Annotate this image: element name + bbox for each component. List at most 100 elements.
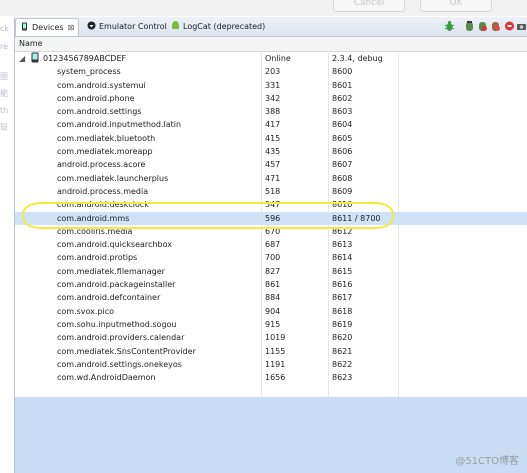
- process-row[interactable]: com.android.systemui 331 8601: [15, 79, 527, 92]
- device-version: 2.3.4, debug: [332, 54, 383, 63]
- process-name: com.sohu.inputmethod.sogou: [57, 319, 177, 329]
- view-toolbar: [444, 20, 527, 33]
- process-pid: 1155: [265, 346, 286, 356]
- process-pid: 203: [265, 67, 281, 77]
- process-name: com.android.protips: [57, 253, 138, 263]
- process-name: android.process.acore: [57, 160, 146, 170]
- tab-logcat[interactable]: LogCat (deprecated): [167, 18, 269, 35]
- column-name-header[interactable]: Name: [19, 37, 43, 51]
- camera-icon[interactable]: [516, 20, 527, 32]
- process-row[interactable]: com.android.packageinstaller 861 8616: [15, 278, 527, 291]
- process-pid: 1656: [265, 373, 286, 383]
- process-name: com.mediatek.moreapp: [57, 147, 153, 157]
- ghost-text: th: [0, 106, 9, 115]
- tab-devices[interactable]: Devices ⊠: [15, 18, 80, 36]
- process-row[interactable]: com.mediatek.bluetooth 415 8605: [15, 132, 527, 145]
- process-name: android.process.media: [57, 186, 149, 196]
- ghost-text: 图: [0, 72, 8, 81]
- process-port: 8615: [332, 266, 353, 276]
- phone-icon: [87, 19, 96, 30]
- process-name: com.wd.AndroidDaemon: [57, 373, 156, 383]
- tab-emulator-control[interactable]: Emulator Control: [83, 18, 171, 35]
- process-name: com.android.inputmethod.latin: [57, 120, 182, 130]
- process-name: com.mediatek.filemanager: [57, 266, 165, 276]
- process-name: com.android.settings: [57, 107, 142, 117]
- process-name: com.android.defcontainer: [57, 293, 161, 303]
- device-icon: [31, 52, 39, 65]
- process-row[interactable]: com.wd.AndroidDaemon 1656 8623: [15, 371, 527, 384]
- process-name: com.android.quicksearchbox: [57, 240, 172, 250]
- process-row[interactable]: com.android.phone 342 8602: [15, 92, 527, 105]
- device-icon: [20, 20, 29, 31]
- stop-process-icon[interactable]: [490, 20, 501, 32]
- process-row[interactable]: com.android.inputmethod.latin 417 8604: [15, 118, 527, 131]
- process-row[interactable]: android.process.media 518 8609: [15, 185, 527, 198]
- process-name: com.android.providers.calendar: [57, 333, 185, 343]
- process-pid: 471: [265, 173, 281, 183]
- process-port: 8619: [332, 319, 353, 329]
- process-row[interactable]: com.android.defcontainer 884 8617: [15, 291, 527, 304]
- close-icon[interactable]: ⊠: [68, 23, 75, 32]
- process-port: 8607: [332, 160, 353, 170]
- process-port: 8600: [332, 67, 353, 77]
- process-row[interactable]: com.android.providers.calendar 1019 8620: [15, 331, 527, 344]
- process-name: com.mediatek.SnsContentProvider: [57, 346, 196, 356]
- device-row[interactable]: ◢ 0123456789ABCDEF Online 2.3.4, debug: [15, 52, 527, 65]
- process-row[interactable]: com.android.quicksearchbox 687 8613: [15, 238, 527, 251]
- process-port: 8623: [332, 373, 353, 383]
- stop-icon[interactable]: [504, 20, 515, 32]
- process-row[interactable]: com.mediatek.filemanager 827 8615: [15, 265, 527, 278]
- process-port: 8617: [332, 293, 353, 303]
- heap-update-icon[interactable]: [464, 20, 475, 32]
- process-pid: 915: [265, 319, 281, 329]
- devices-view: Devices ⊠ Emulator Control LogCat (deprec…: [14, 17, 527, 473]
- process-row[interactable]: android.process.acore 457 8607: [15, 158, 527, 171]
- process-pid: 457: [265, 160, 281, 170]
- thread-update-icon[interactable]: [477, 20, 488, 32]
- ghost-text: 现: [0, 123, 8, 132]
- process-pid: 1191: [265, 359, 286, 369]
- ghost-text: 能: [0, 89, 8, 98]
- process-name: system_process: [57, 67, 121, 77]
- process-row[interactable]: com.mediatek.moreapp 435 8606: [15, 145, 527, 158]
- process-pid: 861: [265, 280, 281, 290]
- empty-panel-area: [15, 397, 527, 473]
- process-name: com.svox.pico: [57, 306, 115, 316]
- process-row[interactable]: com.mediatek.launcherplus 471 8608: [15, 172, 527, 185]
- process-name: com.android.settings.onekeyos: [57, 359, 182, 369]
- process-row[interactable]: com.svox.pico 904 8618: [15, 305, 527, 318]
- process-row[interactable]: com.android.settings 388 8603: [15, 105, 527, 118]
- process-row[interactable]: com.mediatek.SnsContentProvider 1155 8621: [15, 345, 527, 358]
- annotation-highlight-ring: [22, 202, 394, 229]
- expand-triangle-icon[interactable]: ◢: [19, 52, 25, 65]
- process-port: 8622: [332, 359, 353, 369]
- device-state: Online: [265, 54, 291, 63]
- background-ok-button: OK: [420, 0, 492, 12]
- background-dialog-strip: Cancel OK: [0, 0, 527, 16]
- column-header: Name: [15, 37, 527, 52]
- view-tab-bar: Devices ⊠ Emulator Control LogCat (deprec…: [15, 17, 527, 37]
- process-name: com.mediatek.launcherplus: [57, 173, 169, 183]
- device-serial: 0123456789ABCDEF: [43, 54, 127, 63]
- process-pid: 435: [265, 147, 281, 157]
- process-name: com.android.systemui: [57, 80, 146, 90]
- process-name: com.android.phone: [57, 93, 135, 103]
- debug-bug-icon[interactable]: [444, 20, 455, 32]
- background-cancel-button: Cancel: [333, 0, 405, 12]
- process-port: 8605: [332, 133, 353, 143]
- tab-label: LogCat (deprecated): [183, 22, 266, 31]
- process-row[interactable]: com.android.settings.onekeyos 1191 8622: [15, 358, 527, 371]
- process-port: 8601: [332, 80, 353, 90]
- process-pid: 827: [265, 266, 281, 276]
- process-port: 8609: [332, 186, 353, 196]
- android-icon: [171, 19, 180, 29]
- process-pid: 518: [265, 186, 281, 196]
- process-row[interactable]: com.android.protips 700 8614: [15, 251, 527, 264]
- process-pid: 388: [265, 107, 281, 117]
- process-row[interactable]: system_process 203 8600: [15, 65, 527, 78]
- process-name: com.android.packageinstaller: [57, 280, 176, 290]
- process-port: 8608: [332, 173, 353, 183]
- process-port: 8616: [332, 280, 353, 290]
- process-port: 8613: [332, 240, 353, 250]
- process-row[interactable]: com.sohu.inputmethod.sogou 915 8619: [15, 318, 527, 331]
